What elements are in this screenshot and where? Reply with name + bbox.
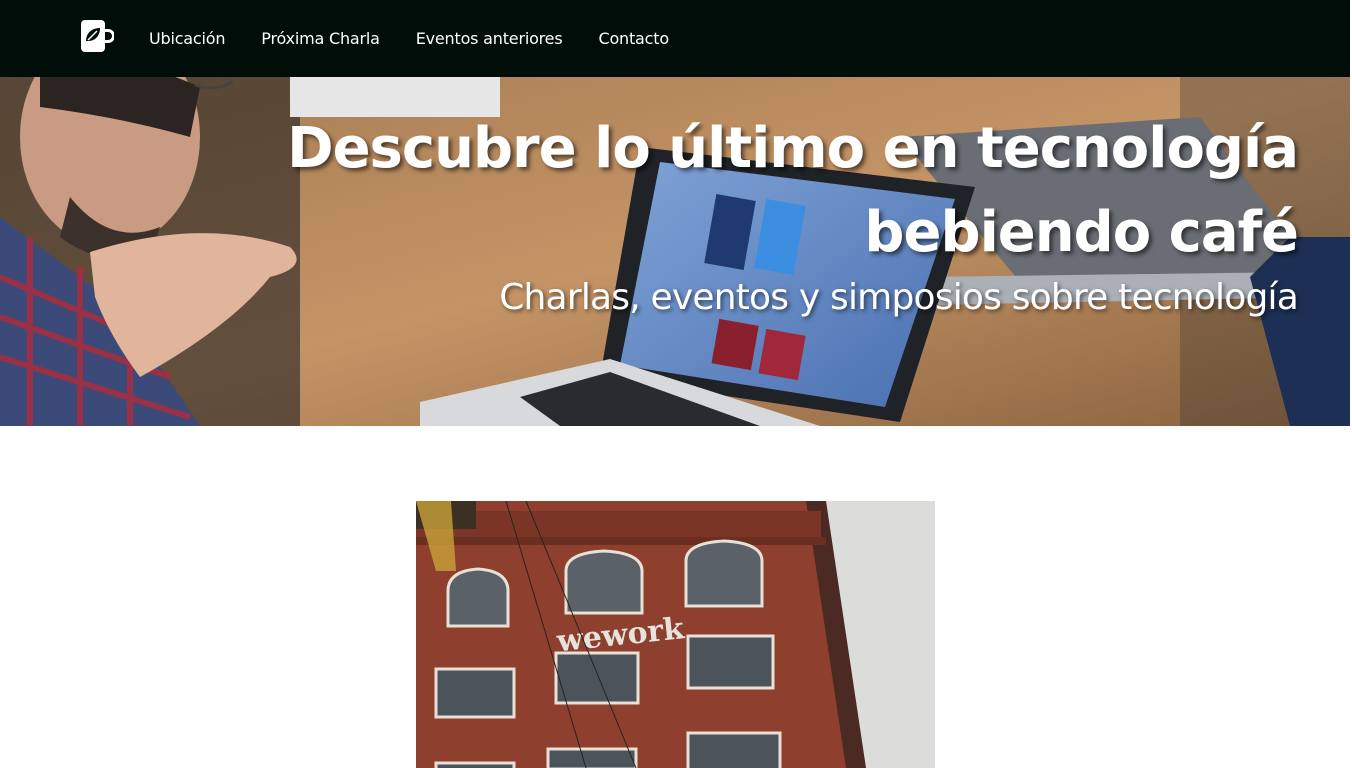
nav-link-proxima-charla[interactable]: Próxima Charla: [261, 29, 380, 48]
hero-banner: Descubre lo último en tecnología bebiend…: [0, 77, 1350, 426]
building-image: wework: [416, 501, 935, 768]
nav-links: Ubicación Próxima Charla Eventos anterio…: [149, 0, 705, 77]
coffee-cup-leaf-icon[interactable]: [80, 19, 114, 53]
top-navbar: Ubicación Próxima Charla Eventos anterio…: [0, 0, 1350, 77]
nav-link-ubicacion[interactable]: Ubicación: [149, 29, 225, 48]
hero-title-line-1: Descubre lo último en tecnología: [287, 116, 1299, 181]
nav-link-contacto[interactable]: Contacto: [598, 29, 669, 48]
hero-title-line-2: bebiendo café: [864, 200, 1299, 265]
hero-subtitle: Charlas, eventos y simposios sobre tecno…: [499, 277, 1299, 318]
hero-title: Descubre lo último en tecnología bebiend…: [198, 107, 1299, 275]
venue-building-photo: wework: [416, 501, 935, 768]
nav-link-eventos-anteriores[interactable]: Eventos anteriores: [416, 29, 563, 48]
